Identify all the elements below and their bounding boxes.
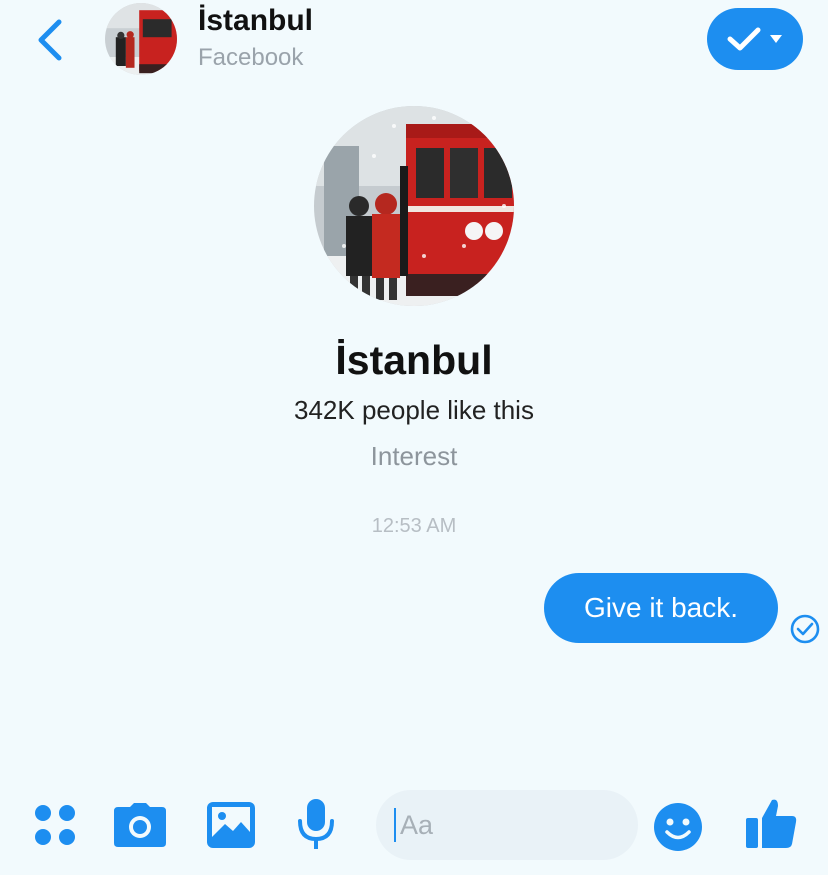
read-check-icon	[789, 613, 821, 645]
header-avatar[interactable]	[105, 3, 177, 75]
profile-likes: 342K people like this	[294, 395, 534, 425]
gallery-button[interactable]	[204, 798, 258, 852]
more-dots-icon	[35, 805, 75, 845]
profile-avatar[interactable]	[314, 106, 514, 306]
microphone-button[interactable]	[295, 796, 337, 854]
conversation-subtitle: Facebook	[198, 44, 304, 71]
profile-name: İstanbul	[335, 337, 493, 383]
microphone-icon	[298, 799, 334, 849]
thumbs-up-button[interactable]	[743, 795, 799, 851]
back-button[interactable]	[30, 16, 70, 64]
text-caret	[394, 808, 396, 842]
emoji-button[interactable]	[651, 800, 705, 854]
caret-down-icon	[770, 35, 782, 43]
message-timestamp: 12:53 AM	[371, 515, 457, 537]
chevron-left-icon	[38, 19, 62, 61]
profile-category: Interest	[370, 441, 458, 471]
gallery-icon	[207, 802, 255, 848]
message-input[interactable]: Aa	[376, 790, 638, 860]
more-options-button[interactable]	[30, 800, 80, 850]
camera-button[interactable]	[112, 800, 168, 850]
conversation-title: İstanbul	[198, 4, 314, 37]
message-input-placeholder: Aa	[400, 809, 434, 840]
sent-message-bubble[interactable]: Give it back.	[544, 573, 778, 643]
checkmark-icon	[727, 27, 761, 51]
emoji-icon	[654, 803, 702, 851]
thumbs-up-icon	[746, 799, 797, 848]
tram-photo	[314, 106, 514, 306]
tram-photo-thumbnail	[105, 3, 177, 75]
status-action-button[interactable]	[707, 8, 803, 70]
camera-icon	[114, 803, 166, 847]
